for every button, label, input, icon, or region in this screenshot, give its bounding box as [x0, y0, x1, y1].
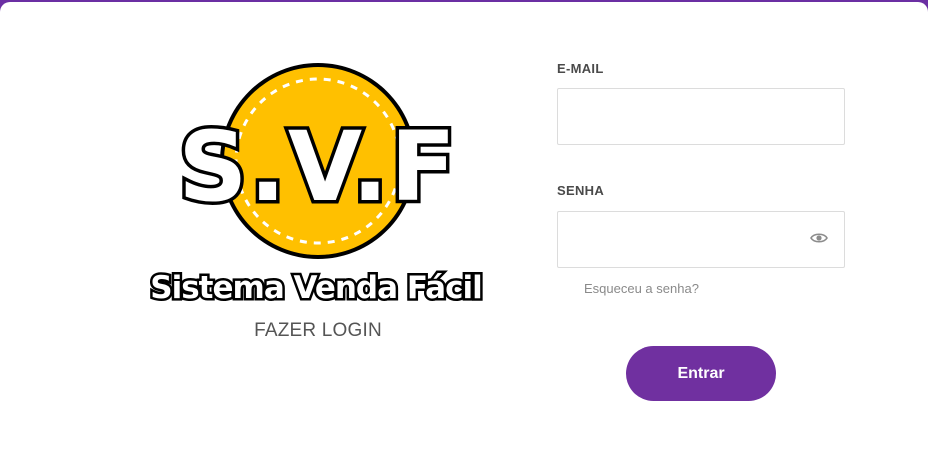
svg-text:S.V.F: S.V.F: [178, 111, 458, 223]
email-field[interactable]: [557, 88, 845, 145]
eye-icon[interactable]: [810, 231, 828, 245]
password-field[interactable]: [557, 211, 845, 268]
svf-logo-image: S.V.F Sistema Venda Fácil: [150, 63, 485, 309]
svf-logo: S.V.F Sistema Venda Fácil: [150, 60, 490, 310]
login-button[interactable]: Entrar: [626, 346, 776, 401]
email-label: E-MAIL: [557, 61, 604, 76]
page-background: S.V.F Sistema Venda Fácil FAZER LOGIN E-…: [0, 0, 928, 454]
page-title: FAZER LOGIN: [254, 320, 382, 341]
login-card: S.V.F Sistema Venda Fácil FAZER LOGIN E-…: [0, 2, 928, 454]
password-label: SENHA: [557, 183, 605, 198]
svg-text:Sistema Venda Fácil: Sistema Venda Fácil: [150, 270, 481, 306]
forgot-password-link[interactable]: Esqueceu a senha?: [584, 281, 699, 296]
